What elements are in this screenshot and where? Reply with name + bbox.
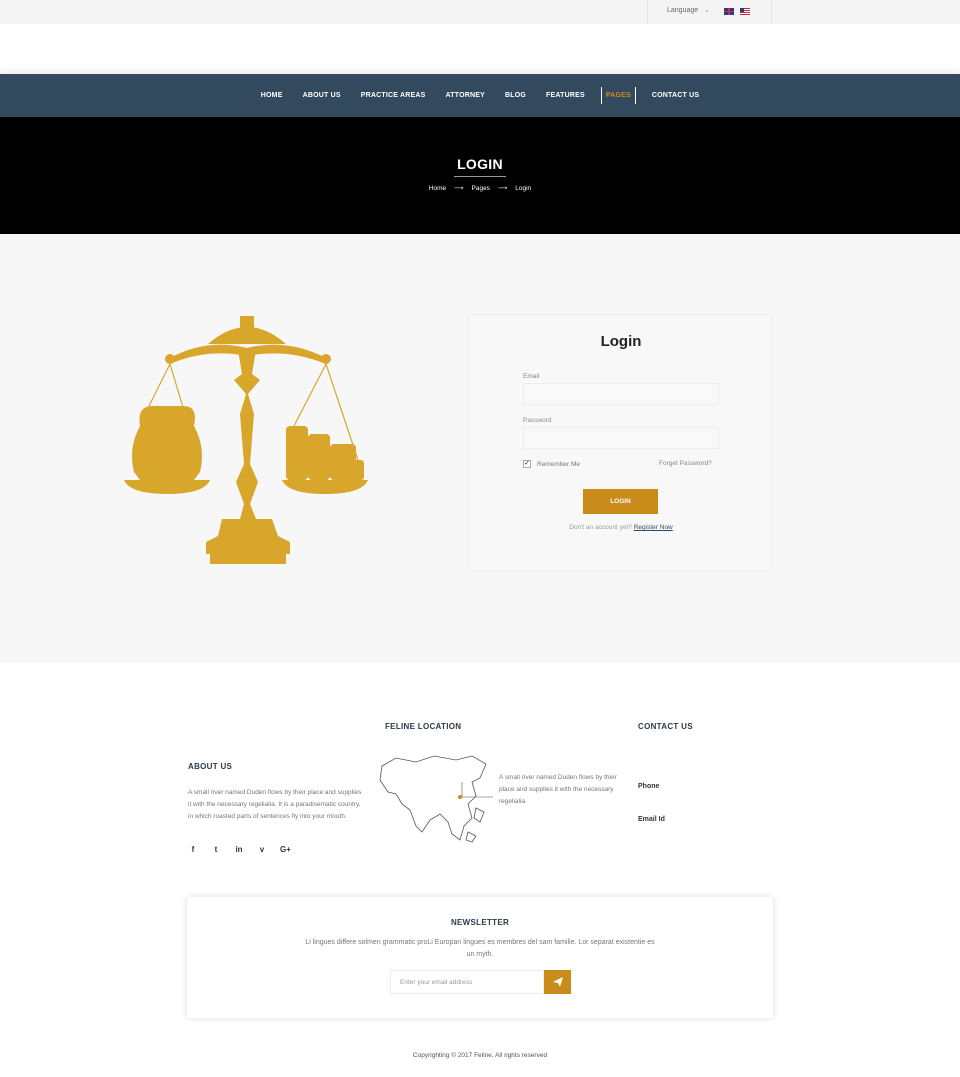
chevron-down-icon[interactable]: ⌄ — [704, 6, 710, 14]
forgot-password-link[interactable]: Forget Password? — [659, 460, 712, 467]
nav-item-attorney[interactable]: ATTORNEY — [436, 87, 495, 104]
breadcrumb-home[interactable]: Home — [429, 185, 446, 192]
breadcrumb-current: Login — [515, 185, 532, 192]
remember-checkbox[interactable]: ✓ — [523, 460, 531, 468]
justice-scale-icon — [124, 316, 368, 564]
location-map-icon — [379, 755, 493, 843]
register-link[interactable]: Register Now — [634, 524, 673, 531]
page-header: LOGIN Home ⟶ Pages ⟶ Login — [0, 117, 960, 234]
nav-item-pages[interactable]: PAGES — [600, 87, 636, 104]
nav-item-blog[interactable]: BLOG — [495, 87, 536, 104]
contact-title: CONTACT US — [638, 722, 693, 731]
title-underline — [454, 176, 506, 177]
google-plus-icon[interactable]: G+ — [280, 845, 291, 854]
us-flag-icon[interactable] — [740, 8, 750, 15]
location-text: A small river named Duden flows by their… — [499, 774, 617, 805]
login-section: Login Email Password ✓ Remember Me Forge… — [0, 234, 960, 663]
nav-item-practice-areas[interactable]: PRACTICE AREAS — [351, 87, 436, 104]
location-title: FELINE LOCATION — [385, 722, 462, 731]
email-id-label: Email Id — [638, 816, 665, 823]
remember-label: Remember Me — [537, 460, 580, 468]
password-field[interactable] — [523, 427, 719, 449]
vimeo-icon[interactable]: v — [257, 845, 267, 854]
language-label[interactable]: Language — [667, 7, 698, 14]
linkedin-icon[interactable]: in — [234, 845, 244, 854]
newsletter-email-input[interactable] — [390, 970, 544, 994]
newsletter-submit-button[interactable] — [544, 970, 571, 994]
copyright-text: Copyrighting © 2017 Feline, All rights r… — [412, 1052, 548, 1059]
about-title: ABOUT US — [188, 762, 233, 771]
page-title: LOGIN — [457, 156, 503, 172]
login-button[interactable]: LOGIN — [583, 489, 658, 514]
twitter-icon[interactable]: t — [211, 845, 221, 854]
newsletter-text: Li lingues differe solmen grammatic proL… — [305, 939, 655, 958]
paper-plane-icon — [552, 977, 563, 987]
social-links: f t in v G+ — [188, 845, 303, 854]
email-label: Email — [523, 373, 540, 380]
newsletter-title: NEWSLETTER — [450, 918, 510, 927]
breadcrumb: Home ⟶ Pages ⟶ Login — [0, 184, 960, 192]
arrow-right-icon: ⟶ — [454, 185, 464, 192]
arrow-right-icon: ⟶ — [497, 185, 508, 192]
nav-item-contact-us[interactable]: CONTACT US — [642, 87, 709, 104]
main-navigation: HOME ABOUT US PRACTICE AREAS ATTORNEY BLOG FE… — [0, 74, 960, 117]
facebook-icon[interactable]: f — [188, 845, 198, 854]
phone-label: Phone — [638, 783, 660, 790]
breadcrumb-pages[interactable]: Pages — [472, 185, 490, 192]
password-label: Password — [523, 417, 552, 424]
register-prompt: Don't an account yet? Register Now — [469, 524, 773, 531]
language-selector[interactable]: Language ⌄ — [647, 0, 772, 24]
email-field[interactable] — [523, 383, 719, 405]
register-prompt-text: Don't an account yet? — [569, 524, 632, 531]
top-bar: Language ⌄ — [0, 0, 960, 24]
nav-item-home[interactable]: HOME — [251, 87, 293, 104]
about-text: A small river named Duden flows by their… — [188, 789, 362, 820]
nav-item-features[interactable]: FEATURES — [536, 87, 595, 104]
newsletter-box: NEWSLETTER Li lingues differe solmen gra… — [187, 897, 773, 1018]
nav-list: HOME ABOUT US PRACTICE AREAS ATTORNEY BLOG FE… — [0, 74, 960, 117]
remember-me[interactable]: ✓ Remember Me — [523, 460, 580, 468]
uk-flag-icon[interactable] — [724, 8, 734, 15]
login-title: Login — [600, 333, 642, 350]
login-card: Login Email Password ✓ Remember Me Forge… — [468, 314, 772, 572]
nav-item-about-us[interactable]: ABOUT US — [293, 87, 351, 104]
